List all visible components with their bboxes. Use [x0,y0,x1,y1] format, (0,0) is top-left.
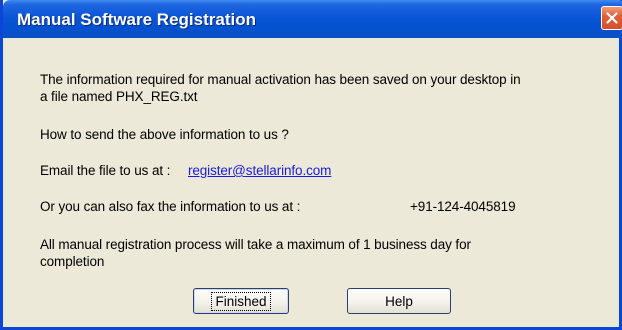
process-line-2: completion [40,254,105,269]
title-bar[interactable]: Manual Software Registration [3,0,622,38]
email-row: Email the file to us at : register@stell… [40,163,331,178]
info-line-2: a file named PHX_REG.txt [40,89,198,104]
finished-label: Finished [211,291,271,311]
fax-number: +91-124-4045819 [410,199,516,214]
registration-dialog: Manual Software Registration The informa… [0,0,622,330]
help-button[interactable]: Help [347,288,451,314]
close-icon [606,12,618,24]
process-line-1: All manual registration process will tak… [40,237,471,252]
close-button[interactable] [601,6,622,30]
help-label: Help [385,293,413,309]
info-line-1: The information required for manual acti… [40,72,521,87]
fax-prefix: Or you can also fax the information to u… [40,199,301,214]
dialog-body: The information required for manual acti… [3,38,619,327]
email-prefix: Email the file to us at : [40,163,171,178]
window-title: Manual Software Registration [17,10,256,29]
email-link[interactable]: register@stellarinfo.com [188,163,331,178]
finished-button[interactable]: Finished [193,288,289,314]
fax-row: Or you can also fax the information to u… [40,199,600,214]
send-question: How to send the above information to us … [40,127,289,142]
